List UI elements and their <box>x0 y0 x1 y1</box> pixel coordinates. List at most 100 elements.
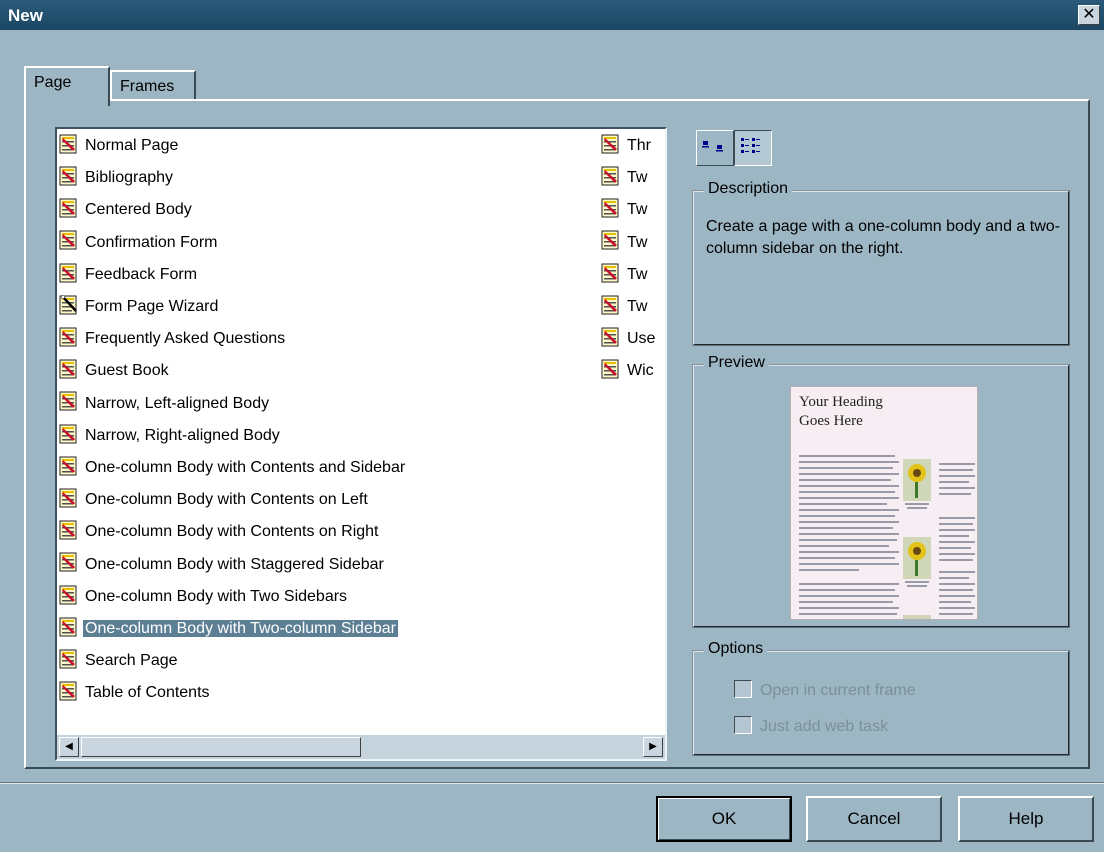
template-item[interactable]: Normal Page <box>59 134 180 158</box>
template-item[interactable]: One-column Body with Contents on Right <box>59 520 380 544</box>
tab-frames-label: Frames <box>120 78 175 95</box>
page-template-icon <box>59 166 79 186</box>
tab-page[interactable]: Page <box>24 66 110 106</box>
page-template-icon <box>601 230 621 250</box>
just-add-web-task-label: Just add web task <box>760 718 889 735</box>
open-in-current-frame-option[interactable]: Open in current frame <box>734 680 916 700</box>
bottom-separator <box>0 782 1104 784</box>
template-col2-item[interactable]: Tw <box>601 198 649 222</box>
scroll-right-button[interactable]: ▶ <box>643 737 663 757</box>
page-template-icon <box>601 327 621 347</box>
template-item[interactable]: One-column Body with Contents and Sideba… <box>59 456 407 480</box>
template-col2-item[interactable]: Wic <box>601 359 656 383</box>
template-col2-item-label: Tw <box>627 298 648 315</box>
template-item[interactable]: Narrow, Right-aligned Body <box>59 424 282 448</box>
page-template-icon <box>59 617 79 637</box>
template-col2-item-label: Tw <box>627 233 648 251</box>
template-item-label: Table of Contents <box>85 684 210 702</box>
page-template-icon <box>59 681 79 701</box>
template-col2-item-label: Wic <box>627 362 654 380</box>
page-template-icon <box>601 359 621 379</box>
page-template-icon <box>601 166 621 186</box>
page-template-icon <box>59 134 79 154</box>
template-item-label: Confirmation Form <box>85 233 218 251</box>
page-template-icon <box>601 295 621 315</box>
page-template-icon <box>59 488 79 508</box>
template-item[interactable]: Form Page Wizard <box>59 294 220 319</box>
template-item[interactable]: One-column Body with Staggered Sidebar <box>59 552 386 577</box>
template-item[interactable]: Centered Body <box>59 198 194 222</box>
scroll-thumb[interactable] <box>81 737 361 757</box>
list-view-icon <box>741 138 760 153</box>
template-item-label: Narrow, Left-aligned Body <box>85 394 270 412</box>
page-template-icon <box>59 585 79 605</box>
template-col2-item[interactable]: Tw <box>601 295 649 319</box>
page-template-icon <box>59 263 79 283</box>
scroll-left-button[interactable]: ◀ <box>59 737 79 757</box>
template-col2-item[interactable]: Thr <box>601 134 653 158</box>
page-template-icon <box>59 391 79 411</box>
help-button[interactable]: Help <box>958 796 1094 842</box>
page-template-icon <box>59 230 79 250</box>
wizard-icon <box>59 294 79 315</box>
template-item[interactable]: One-column Body with Two Sidebars <box>59 585 349 609</box>
template-col2-item-label: Thr <box>627 137 651 154</box>
cancel-button[interactable]: Cancel <box>806 796 942 842</box>
description-legend: Description <box>704 180 793 198</box>
template-col2-item[interactable]: Use <box>601 327 657 351</box>
title-bar: New ✕ <box>0 0 1104 30</box>
options-legend: Options <box>704 640 768 658</box>
page-template-icon <box>59 424 79 444</box>
template-item-label: Search Page <box>85 652 178 670</box>
template-list[interactable]: Normal Page Bibliography Centered Body Conf… <box>55 127 667 761</box>
template-item-label: One-column Body with Contents on Right <box>85 523 379 541</box>
large-icons-view-icon <box>702 141 723 152</box>
window-title: New <box>8 6 43 25</box>
preview-group: Preview Your Heading Goes Here <box>692 354 1070 628</box>
preview-thumbnail: Your Heading Goes Here <box>790 386 978 620</box>
page-template-icon <box>601 263 621 283</box>
page-template-icon <box>59 359 79 379</box>
ok-button[interactable]: OK <box>656 796 792 842</box>
template-item[interactable]: Search Page <box>59 649 180 673</box>
template-item-label: One-column Body with Contents on Left <box>85 491 368 509</box>
just-add-web-task-option[interactable]: Just add web task <box>734 716 888 736</box>
large-icons-view-button[interactable] <box>696 130 734 166</box>
template-item[interactable]: One-column Body with Contents on Left <box>59 488 370 512</box>
template-item-label: One-column Body with Two-column Sidebar <box>83 620 398 637</box>
template-col2-item[interactable]: Tw <box>601 166 649 190</box>
page-template-icon <box>601 134 621 154</box>
template-item-label: Form Page Wizard <box>85 298 219 315</box>
template-item-label: Guest Book <box>85 362 169 380</box>
template-item[interactable]: Frequently Asked Questions <box>59 327 287 351</box>
page-template-icon <box>59 456 79 476</box>
page-template-icon <box>59 552 79 572</box>
template-col2-item-label: Tw <box>627 265 648 283</box>
options-group: Options Open in current frame Just add w… <box>692 640 1070 756</box>
template-item-label: Centered Body <box>85 201 192 219</box>
template-item[interactable]: Feedback Form <box>59 263 199 287</box>
template-col2-item-label: Use <box>627 330 656 348</box>
template-item-label: One-column Body with Contents and Sideba… <box>85 459 406 476</box>
page-template-icon <box>59 520 79 540</box>
page-template-icon <box>59 327 79 347</box>
horizontal-scrollbar[interactable]: ◀ ▶ <box>57 735 665 759</box>
open-in-current-frame-checkbox[interactable] <box>734 680 752 698</box>
template-col2-item[interactable]: Tw <box>601 230 649 255</box>
template-col2-item[interactable]: Tw <box>601 263 649 287</box>
template-item-label: Normal Page <box>85 137 179 154</box>
page-template-icon <box>59 649 79 669</box>
list-view-button[interactable] <box>734 130 772 166</box>
template-item[interactable]: Confirmation Form <box>59 230 219 255</box>
preview-page-art <box>799 455 975 619</box>
template-item-label: One-column Body with Two Sidebars <box>85 587 348 605</box>
template-item[interactable]: Narrow, Left-aligned Body <box>59 391 271 416</box>
just-add-web-task-checkbox[interactable] <box>734 716 752 734</box>
template-item[interactable]: One-column Body with Two-column Sidebar <box>59 617 398 641</box>
tab-frames[interactable]: Frames <box>110 70 196 100</box>
template-item[interactable]: Bibliography <box>59 166 175 190</box>
close-button[interactable]: ✕ <box>1078 5 1100 25</box>
template-item-label: One-column Body with Staggered Sidebar <box>85 555 384 573</box>
template-item[interactable]: Guest Book <box>59 359 171 383</box>
template-item[interactable]: Table of Contents <box>59 681 212 705</box>
